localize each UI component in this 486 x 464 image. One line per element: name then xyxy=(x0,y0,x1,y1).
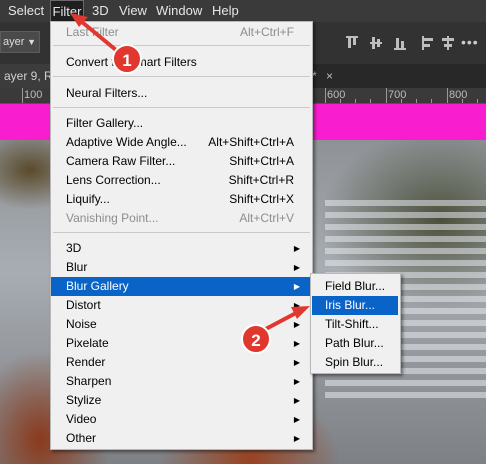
step-1-badge: 1 xyxy=(112,44,142,74)
arrow-2-head xyxy=(291,306,310,319)
annotation-arrows xyxy=(70,13,310,333)
step-2-badge: 2 xyxy=(241,324,271,354)
arrow-1-shaft xyxy=(80,20,118,52)
